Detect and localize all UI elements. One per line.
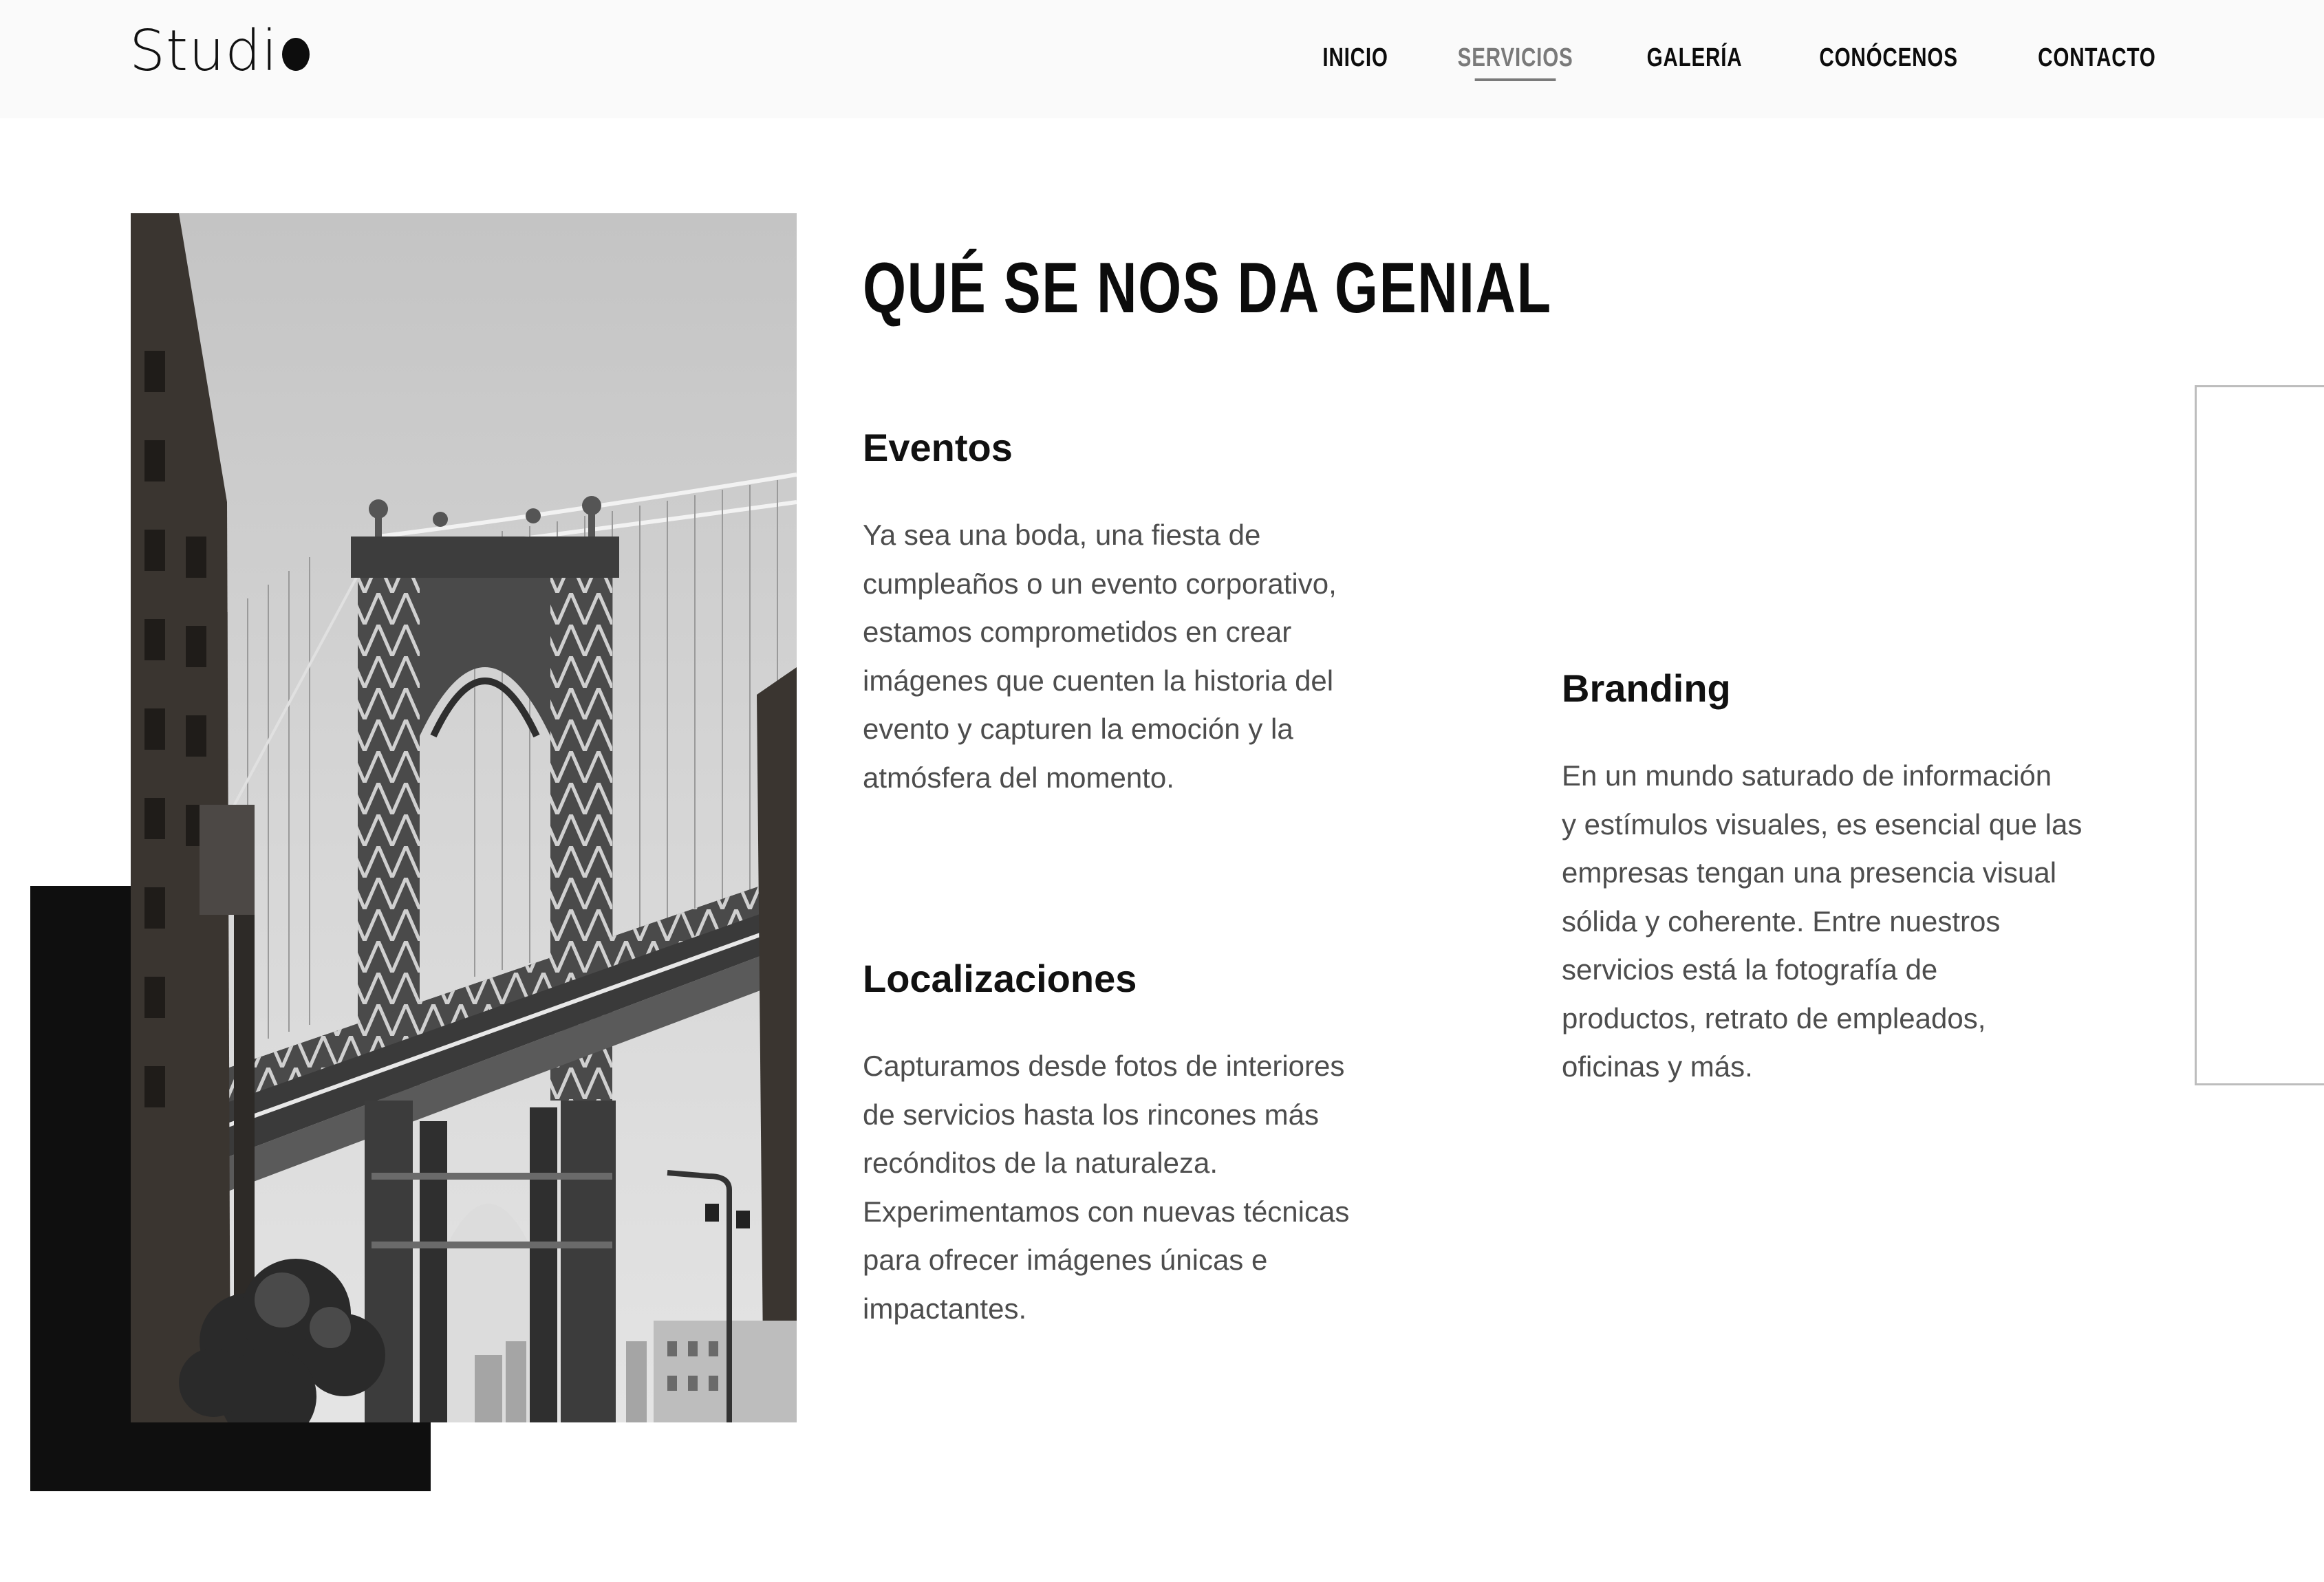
nav-item-contacto[interactable]: CONTACTO [2038,43,2155,73]
logo-text: Studi [129,18,279,84]
service-title: Branding [1562,667,1731,710]
service-branding: Branding En un mundo saturado de informa… [1562,666,2112,1092]
logo-dot-icon [282,38,310,71]
nav-item-galeria[interactable]: GALERÍA [1647,43,1743,73]
service-title: Eventos [863,426,1013,469]
nav-item-conocenos[interactable]: CONÓCENOS [1819,43,1957,73]
service-eventos: Eventos Ya sea una boda, una fiesta de c… [863,425,1372,802]
decorative-outline-box [2195,385,2324,1085]
logo[interactable]: Studi [129,17,310,85]
section-title: QUÉ SE NOS DA GENIAL [863,248,1552,328]
service-title: Localizaciones [863,957,1137,1000]
service-description: Ya sea una boda, una fiesta de cumpleaño… [863,519,1337,794]
nav-item-servicios[interactable]: SERVICIOS [1457,43,1573,81]
bridge-photo [131,213,797,1422]
service-localizaciones: Localizaciones Capturamos desde fotos de… [863,956,1372,1333]
main-nav: INICIO SERVICIOS GALERÍA CONÓCENOS CONTA… [1313,39,2173,81]
service-description: Capturamos desde fotos de interiores de … [863,1050,1350,1325]
nav-item-inicio[interactable]: INICIO [1322,43,1388,73]
site-header: Studi INICIO SERVICIOS GALERÍA CONÓCENOS… [0,0,2324,118]
service-description: En un mundo saturado de información y es… [1562,759,2083,1083]
